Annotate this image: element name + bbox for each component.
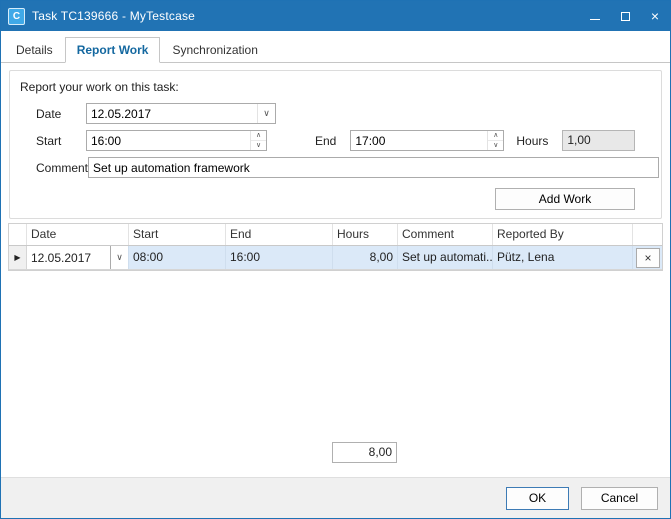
comment-editor[interactable] — [88, 157, 659, 178]
add-work-button[interactable]: Add Work — [495, 188, 635, 210]
row-indicator-icon: ▶ — [14, 253, 20, 262]
work-grid: Date Start End Hours Comment Reported By… — [8, 223, 663, 271]
column-header-comment[interactable]: Comment — [398, 224, 493, 245]
comment-input[interactable] — [89, 158, 658, 177]
dialog-content: Details Report Work Synchronization Repo… — [1, 31, 670, 477]
tab-strip: Details Report Work Synchronization — [1, 31, 670, 63]
row-comment-cell: Set up automati... — [398, 246, 493, 269]
date-combobox[interactable]: ∨ — [86, 103, 276, 124]
add-work-row: Add Work — [10, 188, 635, 210]
close-icon: × — [644, 251, 651, 265]
close-button[interactable]: × — [640, 1, 670, 31]
comment-label: Comment — [36, 161, 88, 175]
tab-synchronization[interactable]: Synchronization — [160, 37, 269, 63]
end-spin-buttons: ∧ ∨ — [487, 131, 503, 150]
spin-up-icon[interactable]: ∧ — [251, 131, 266, 141]
tab-details[interactable]: Details — [4, 37, 65, 63]
delete-row-button[interactable]: × — [636, 248, 660, 268]
column-header-date[interactable]: Date — [27, 224, 129, 245]
dialog-footer: OK Cancel — [1, 477, 670, 518]
hours-readonly-field: 1,00 — [562, 130, 635, 151]
maximize-button[interactable] — [610, 1, 640, 31]
grid-header: Date Start End Hours Comment Reported By — [9, 224, 662, 246]
cancel-button[interactable]: Cancel — [581, 487, 658, 510]
maximize-icon — [621, 12, 630, 21]
time-row: Start ∧ ∨ End ∧ ∨ Hours 1, — [36, 130, 635, 151]
column-header-actions — [633, 224, 662, 245]
row-end-cell: 16:00 — [226, 246, 333, 269]
row-date-dropdown-button[interactable]: ∨ — [110, 246, 128, 269]
row-hours-cell: 8,00 — [333, 246, 398, 269]
row-indicator-header — [9, 224, 27, 245]
hours-label: Hours — [516, 134, 548, 148]
column-header-end[interactable]: End — [226, 224, 333, 245]
window-title: Task TC139666 - MyTestcase — [32, 9, 195, 23]
panel-heading: Report your work on this task: — [10, 79, 661, 103]
start-time-spinner[interactable]: ∧ ∨ — [86, 130, 267, 151]
column-header-hours[interactable]: Hours — [333, 224, 398, 245]
row-start-cell: 08:00 — [129, 246, 226, 269]
date-label: Date — [36, 107, 86, 121]
row-actions-cell: × — [633, 246, 662, 269]
column-header-reported-by[interactable]: Reported By — [493, 224, 633, 245]
date-input[interactable] — [87, 104, 257, 123]
end-label: End — [315, 134, 336, 148]
start-time-input[interactable] — [87, 131, 250, 150]
row-date-value: 12.05.2017 — [27, 251, 110, 265]
spin-down-icon[interactable]: ∨ — [488, 141, 503, 151]
row-date-combobox[interactable]: 12.05.2017 ∨ — [27, 246, 129, 269]
row-indicator-cell: ▶ — [9, 246, 27, 269]
minimize-icon — [590, 19, 600, 20]
titlebar[interactable]: C Task TC139666 - MyTestcase × — [1, 1, 670, 31]
close-icon: × — [651, 9, 659, 23]
report-work-panel: Report your work on this task: Date ∨ St… — [9, 70, 662, 219]
spin-down-icon[interactable]: ∨ — [251, 141, 266, 151]
app-icon: C — [8, 8, 25, 25]
tab-report-work[interactable]: Report Work — [65, 37, 161, 63]
date-row: Date ∨ — [36, 103, 635, 124]
ok-button[interactable]: OK — [506, 487, 569, 510]
end-time-input[interactable] — [351, 131, 487, 150]
start-label: Start — [36, 134, 86, 148]
window-controls: × — [580, 1, 670, 31]
comment-row: Comment — [36, 157, 635, 178]
chevron-down-icon: ∨ — [263, 108, 270, 119]
row-reported-by-cell: Pütz, Lena — [493, 246, 633, 269]
start-spin-buttons: ∧ ∨ — [250, 131, 266, 150]
table-row[interactable]: ▶ 12.05.2017 ∨ 08:00 16:00 8,00 Set up a… — [9, 246, 662, 270]
minimize-button[interactable] — [580, 1, 610, 31]
hours-summary: 8,00 — [332, 442, 397, 463]
date-dropdown-button[interactable]: ∨ — [257, 104, 275, 123]
task-dialog: C Task TC139666 - MyTestcase × Details R… — [0, 0, 671, 519]
end-time-spinner[interactable]: ∧ ∨ — [350, 130, 504, 151]
spin-up-icon[interactable]: ∧ — [488, 131, 503, 141]
chevron-down-icon: ∨ — [116, 252, 123, 263]
column-header-start[interactable]: Start — [129, 224, 226, 245]
